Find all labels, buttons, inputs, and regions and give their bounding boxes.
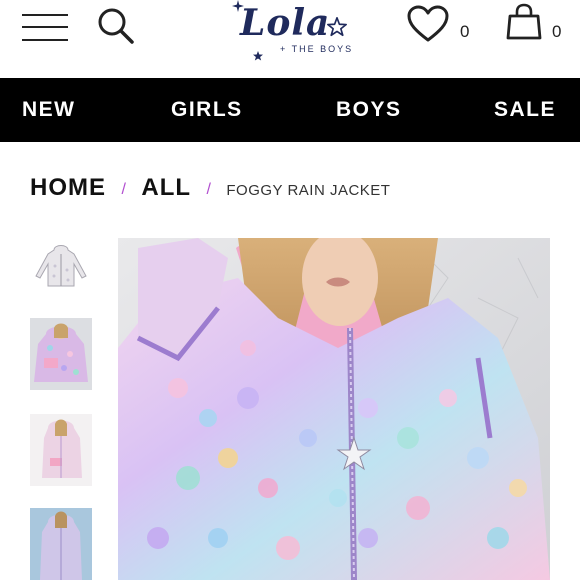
breadcrumb: HOME / ALL / FOGGY RAIN JACKET — [30, 174, 390, 206]
product-main-image[interactable] — [118, 238, 550, 580]
product-thumbnail[interactable] — [30, 240, 92, 312]
logo-tagline: + THE BOYS — [280, 44, 354, 54]
menu-icon[interactable] — [22, 12, 68, 42]
breadcrumb-all[interactable]: ALL — [141, 174, 191, 201]
product-thumbnail[interactable] — [30, 318, 92, 390]
logo-wordmark: Lola — [240, 2, 331, 44]
search-icon[interactable] — [96, 6, 136, 46]
nav-item-sale[interactable]: SALE — [494, 98, 556, 122]
product-thumbnail[interactable] — [30, 414, 92, 486]
site-logo[interactable]: Lola + THE BOYS — [226, 0, 356, 66]
breadcrumb-separator: / — [206, 181, 211, 198]
heart-icon[interactable] — [406, 4, 450, 44]
star-icon — [327, 17, 347, 37]
nav-item-new[interactable]: NEW — [22, 98, 76, 122]
star-icon — [253, 51, 263, 61]
main-nav: NEW GIRLS BOYS SALE — [0, 78, 580, 142]
nav-item-boys[interactable]: BOYS — [336, 98, 402, 122]
nav-item-girls[interactable]: GIRLS — [171, 98, 243, 122]
shopping-bag-icon[interactable] — [504, 2, 544, 42]
product-thumbnail[interactable] — [30, 508, 92, 580]
breadcrumb-separator: / — [121, 181, 126, 198]
breadcrumb-home[interactable]: HOME — [30, 174, 106, 201]
cart-count: 0 — [552, 22, 562, 41]
breadcrumb-current: FOGGY RAIN JACKET — [226, 182, 391, 199]
site-header: Lola + THE BOYS 0 0 — [0, 0, 580, 78]
wishlist-count: 0 — [460, 22, 470, 41]
